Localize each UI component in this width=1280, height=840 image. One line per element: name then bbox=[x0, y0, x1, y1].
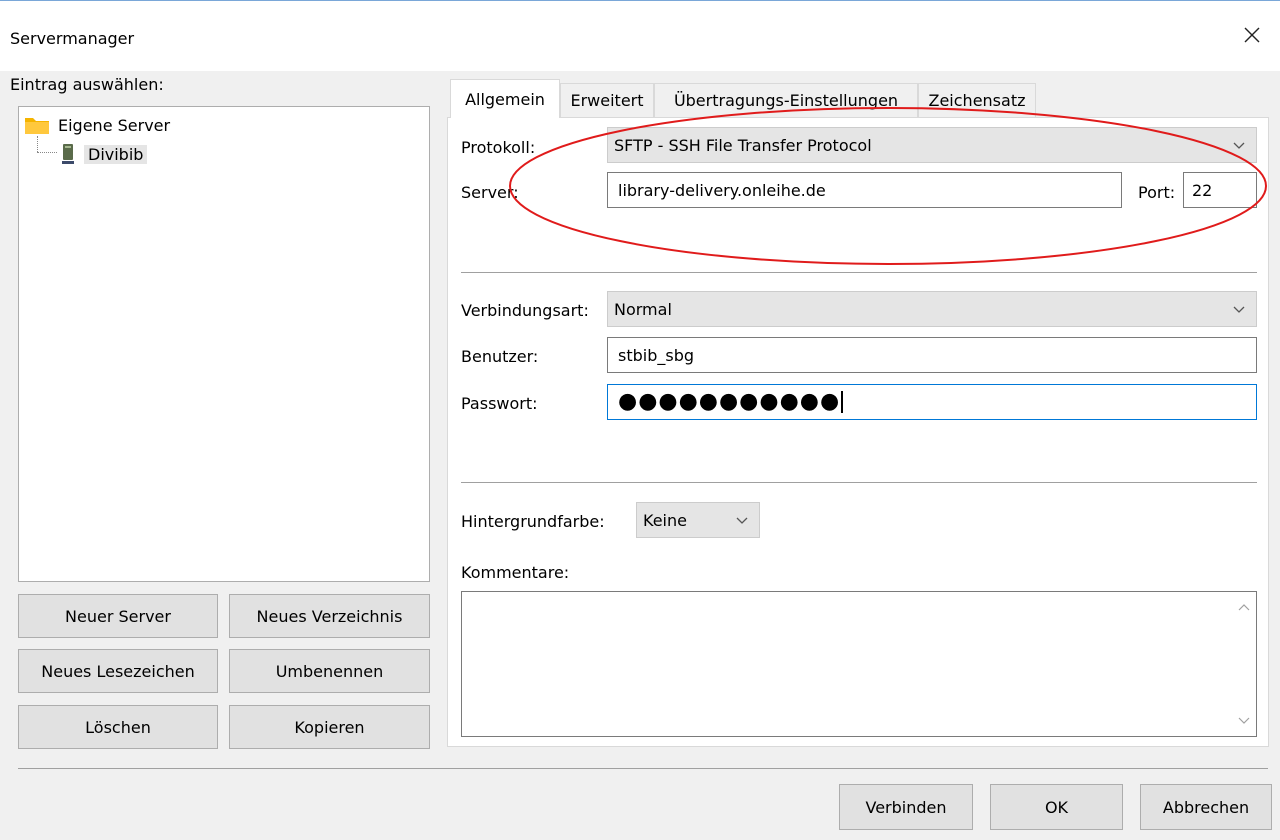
tree-node-divibib[interactable]: Divibib bbox=[60, 141, 148, 167]
new-server-button[interactable]: Neuer Server bbox=[18, 594, 218, 638]
connect-button[interactable]: Verbinden bbox=[839, 784, 973, 830]
background-color-label: Hintergrundfarbe: bbox=[461, 512, 605, 531]
background-color-select[interactable]: Keine bbox=[636, 502, 760, 538]
scrollbar[interactable] bbox=[1232, 592, 1256, 736]
divider bbox=[461, 482, 1257, 483]
delete-button[interactable]: Löschen bbox=[18, 705, 218, 749]
rename-button[interactable]: Umbenennen bbox=[229, 649, 430, 693]
copy-button[interactable]: Kopieren bbox=[229, 705, 430, 749]
tab-charset[interactable]: Zeichensatz bbox=[918, 83, 1036, 117]
server-label: Server: bbox=[461, 183, 519, 202]
chevron-down-icon bbox=[1233, 142, 1245, 149]
comments-label: Kommentare: bbox=[461, 563, 570, 582]
protocol-value: SFTP - SSH File Transfer Protocol bbox=[614, 135, 872, 155]
tree-node-label: Divibib bbox=[84, 144, 148, 164]
footer-divider bbox=[18, 768, 1268, 769]
port-label: Port: bbox=[1138, 183, 1176, 202]
new-folder-button[interactable]: Neues Verzeichnis bbox=[229, 594, 430, 638]
logon-type-value: Normal bbox=[614, 299, 672, 319]
tree-node-own-servers[interactable]: Eigene Server bbox=[24, 112, 170, 138]
tab-advanced[interactable]: Erweitert bbox=[560, 83, 654, 117]
protocol-select[interactable]: SFTP - SSH File Transfer Protocol bbox=[607, 127, 1257, 163]
chevron-down-icon[interactable] bbox=[1232, 708, 1256, 732]
port-input[interactable]: 22 bbox=[1183, 172, 1257, 208]
tab-transfer-settings[interactable]: Übertragungs-Einstellungen bbox=[654, 83, 918, 117]
password-input[interactable]: ●●●●●●●●●●● bbox=[607, 384, 1257, 420]
window-title: Servermanager bbox=[10, 29, 135, 48]
password-label: Passwort: bbox=[461, 394, 538, 413]
close-icon[interactable] bbox=[1240, 23, 1264, 47]
chevron-up-icon[interactable] bbox=[1232, 596, 1256, 620]
cancel-button[interactable]: Abbrechen bbox=[1140, 784, 1272, 830]
divider bbox=[461, 272, 1257, 273]
select-entry-label: Eintrag auswählen: bbox=[10, 75, 164, 94]
protocol-label: Protokoll: bbox=[461, 138, 536, 157]
server-manager-window: Servermanager Eintrag auswählen: Eigene … bbox=[0, 0, 1280, 839]
ok-button[interactable]: OK bbox=[990, 784, 1123, 830]
server-tree[interactable] bbox=[18, 106, 430, 582]
background-color-value: Keine bbox=[643, 510, 687, 530]
chevron-down-icon bbox=[1233, 306, 1245, 313]
logon-type-select[interactable]: Normal bbox=[607, 291, 1257, 327]
folder-icon bbox=[25, 118, 49, 134]
tab-general[interactable]: Allgemein bbox=[450, 79, 560, 118]
new-bookmark-button[interactable]: Neues Lesezeichen bbox=[18, 649, 218, 693]
password-value: ●●●●●●●●●●● bbox=[618, 389, 841, 414]
title-bar: Servermanager bbox=[0, 1, 1280, 71]
tree-connector bbox=[37, 152, 57, 153]
server-icon bbox=[62, 144, 74, 164]
chevron-down-icon bbox=[736, 517, 748, 524]
tree-node-label: Eigene Server bbox=[58, 115, 171, 135]
user-input[interactable]: stbib_sbg bbox=[607, 337, 1257, 373]
text-caret bbox=[841, 391, 844, 413]
user-label: Benutzer: bbox=[461, 347, 539, 366]
comments-textarea[interactable] bbox=[461, 591, 1257, 737]
tree-connector bbox=[37, 136, 38, 152]
logon-type-label: Verbindungsart: bbox=[461, 301, 589, 320]
server-input[interactable]: library-delivery.onleihe.de bbox=[607, 172, 1122, 208]
